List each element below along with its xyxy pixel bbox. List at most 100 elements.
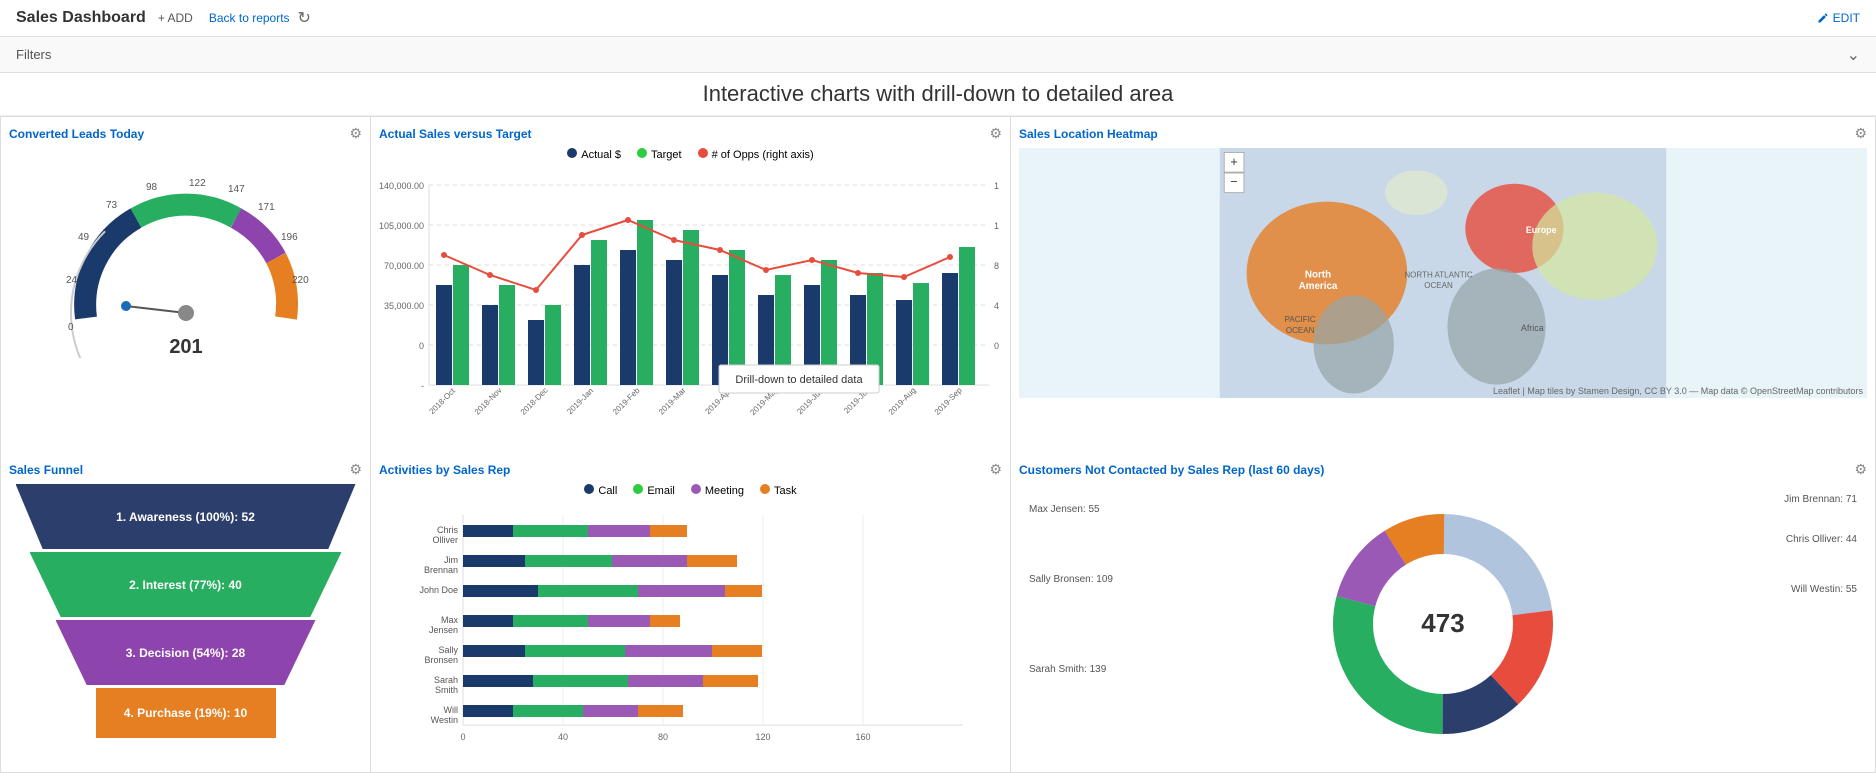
edit-label: EDIT <box>1833 11 1860 25</box>
svg-text:Chris: Chris <box>437 525 459 535</box>
svg-text:2019-Aug: 2019-Aug <box>887 386 918 417</box>
legend-email: Email <box>633 484 675 497</box>
converted-leads-panel: Converted Leads Today ⚙ 0 24 <box>0 116 370 453</box>
svg-text:49: 49 <box>78 232 90 243</box>
svg-text:40: 40 <box>558 732 568 742</box>
heatmap-title[interactable]: Sales Location Heatmap <box>1019 127 1158 141</box>
customers-gear-icon[interactable]: ⚙ <box>1854 461 1867 478</box>
svg-text:196: 196 <box>281 232 298 243</box>
svg-text:2019-Feb: 2019-Feb <box>611 386 642 417</box>
svg-text:America: America <box>1299 281 1338 292</box>
svg-text:70,000.00: 70,000.00 <box>384 261 424 271</box>
actual-sales-title[interactable]: Actual Sales versus Target <box>379 127 532 141</box>
label-will-westin: Will Westin: 55 <box>1791 584 1857 595</box>
svg-text:147: 147 <box>228 184 245 195</box>
svg-text:John Doe: John Doe <box>419 585 458 595</box>
panel-header-sales: Actual Sales versus Target ⚙ <box>379 125 1002 142</box>
sales-gear-icon[interactable]: ⚙ <box>989 125 1002 142</box>
funnel-level-1: 1. Awareness (100%): 52 <box>16 484 356 549</box>
edit-button[interactable]: EDIT <box>1817 11 1860 25</box>
label-jim-brennan: Jim Brennan: 71 <box>1784 494 1857 505</box>
svg-text:0: 0 <box>419 341 424 351</box>
gauge-container: 0 24 49 73 98 122 147 171 196 220 201 <box>9 148 362 368</box>
filters-bar: Filters ⌄ <box>0 37 1876 73</box>
funnel-chart: 1. Awareness (100%): 52 2. Interest (77%… <box>16 484 356 744</box>
label-chris-olliver: Chris Olliver: 44 <box>1786 534 1857 545</box>
gauge-svg: 0 24 49 73 98 122 147 171 196 220 201 <box>46 158 326 358</box>
map-svg: North America NORTH ATLANTIC OCEAN PACIF… <box>1019 148 1867 398</box>
heatmap-panel: Sales Location Heatmap ⚙ No <box>1010 116 1876 453</box>
back-to-reports-link[interactable]: Back to reports <box>209 11 290 25</box>
donut-svg: 473 <box>1313 494 1573 754</box>
svg-text:105,000.00: 105,000.00 <box>379 221 424 231</box>
svg-text:Max: Max <box>441 615 459 625</box>
svg-text:171: 171 <box>258 202 275 213</box>
funnel-panel: Sales Funnel ⚙ 1. Awareness (100%): 52 2… <box>0 453 370 773</box>
converted-leads-title[interactable]: Converted Leads Today <box>9 127 144 141</box>
svg-text:140,000.00: 140,000.00 <box>379 181 424 191</box>
filters-chevron-icon[interactable]: ⌄ <box>1847 45 1860 65</box>
svg-text:8: 8 <box>994 261 999 271</box>
legend-meeting: Meeting <box>691 484 744 497</box>
actual-sales-panel: Actual Sales versus Target ⚙ Actual $ Ta… <box>370 116 1010 453</box>
sales-chart-svg: 140,000.00 105,000.00 70,000.00 35,000.0… <box>379 165 999 425</box>
svg-text:−: − <box>1230 175 1237 189</box>
activities-gear-icon[interactable]: ⚙ <box>989 461 1002 478</box>
funnel-gear-icon[interactable]: ⚙ <box>349 461 362 478</box>
svg-text:473: 473 <box>1421 608 1464 638</box>
leads-gear-icon[interactable]: ⚙ <box>349 125 362 142</box>
legend-target: Target <box>637 148 682 161</box>
svg-text:Jim: Jim <box>444 555 458 565</box>
funnel-level-2: 2. Interest (77%): 40 <box>30 552 342 617</box>
header: Sales Dashboard + ADD Back to reports ↻ … <box>0 0 1876 37</box>
svg-text:-: - <box>421 381 424 391</box>
svg-text:+: + <box>1230 155 1237 169</box>
funnel-level-4: 4. Purchase (19%): 10 <box>96 688 276 738</box>
svg-text:Europe: Europe <box>1526 225 1557 235</box>
svg-text:2019-Mar: 2019-Mar <box>657 386 688 417</box>
svg-text:Olliver: Olliver <box>432 535 458 545</box>
svg-text:80: 80 <box>658 732 668 742</box>
svg-text:98: 98 <box>146 182 158 193</box>
sales-legend: Actual $ Target # of Opps (right axis) <box>379 148 1002 161</box>
svg-text:Brennan: Brennan <box>424 565 458 575</box>
svg-text:NORTH ATLANTIC: NORTH ATLANTIC <box>1404 270 1472 279</box>
svg-text:4: 4 <box>994 301 999 311</box>
svg-text:2018-Nov: 2018-Nov <box>473 386 504 417</box>
funnel-label-4: 4. Purchase (19%): 10 <box>124 706 247 720</box>
svg-text:24: 24 <box>66 275 78 286</box>
label-sally-bronsen: Sally Bronsen: 109 <box>1029 574 1113 585</box>
svg-text:2018-Oct: 2018-Oct <box>427 386 457 416</box>
svg-text:Sally: Sally <box>438 645 458 655</box>
map-attribution: Leaflet | Map tiles by Stamen Design, CC… <box>1493 386 1863 396</box>
panel-header-activities: Activities by Sales Rep ⚙ <box>379 461 1002 478</box>
heatmap-gear-icon[interactable]: ⚙ <box>1854 125 1867 142</box>
svg-text:0: 0 <box>68 322 74 333</box>
svg-text:Africa: Africa <box>1521 323 1544 333</box>
svg-text:Jensen: Jensen <box>429 625 458 635</box>
activities-title[interactable]: Activities by Sales Rep <box>379 463 510 477</box>
svg-text:122: 122 <box>189 178 206 189</box>
funnel-level-3: 3. Decision (54%): 28 <box>56 620 316 685</box>
customers-title[interactable]: Customers Not Contacted by Sales Rep (la… <box>1019 463 1324 477</box>
banner: Interactive charts with drill-down to de… <box>0 73 1876 116</box>
funnel-label-1: 1. Awareness (100%): 52 <box>116 510 255 524</box>
banner-text: Interactive charts with drill-down to de… <box>703 81 1174 106</box>
panel-header-leads: Converted Leads Today ⚙ <box>9 125 362 142</box>
refresh-button[interactable]: ↻ <box>298 8 311 28</box>
panel-header-heatmap: Sales Location Heatmap ⚙ <box>1019 125 1867 142</box>
customers-chart-container: Max Jensen: 55 Sally Bronsen: 109 Sarah … <box>1019 484 1867 764</box>
svg-text:2019-Sep: 2019-Sep <box>933 385 964 416</box>
funnel-label-2: 2. Interest (77%): 40 <box>129 578 242 592</box>
activities-legend: Call Email Meeting Task <box>379 484 1002 497</box>
sales-chart-area[interactable]: 140,000.00 105,000.00 70,000.00 35,000.0… <box>379 165 1002 445</box>
legend-call: Call <box>584 484 617 497</box>
map-container[interactable]: North America NORTH ATLANTIC OCEAN PACIF… <box>1019 148 1867 398</box>
add-button[interactable]: + ADD <box>158 11 193 25</box>
svg-text:16: 16 <box>994 181 999 191</box>
dashboard-title: Sales Dashboard <box>16 9 146 27</box>
svg-text:Drill-down to detailed data: Drill-down to detailed data <box>735 374 863 386</box>
activities-panel: Activities by Sales Rep ⚙ Call Email Mee… <box>370 453 1010 773</box>
funnel-title[interactable]: Sales Funnel <box>9 463 83 477</box>
svg-text:OCEAN: OCEAN <box>1424 281 1453 290</box>
